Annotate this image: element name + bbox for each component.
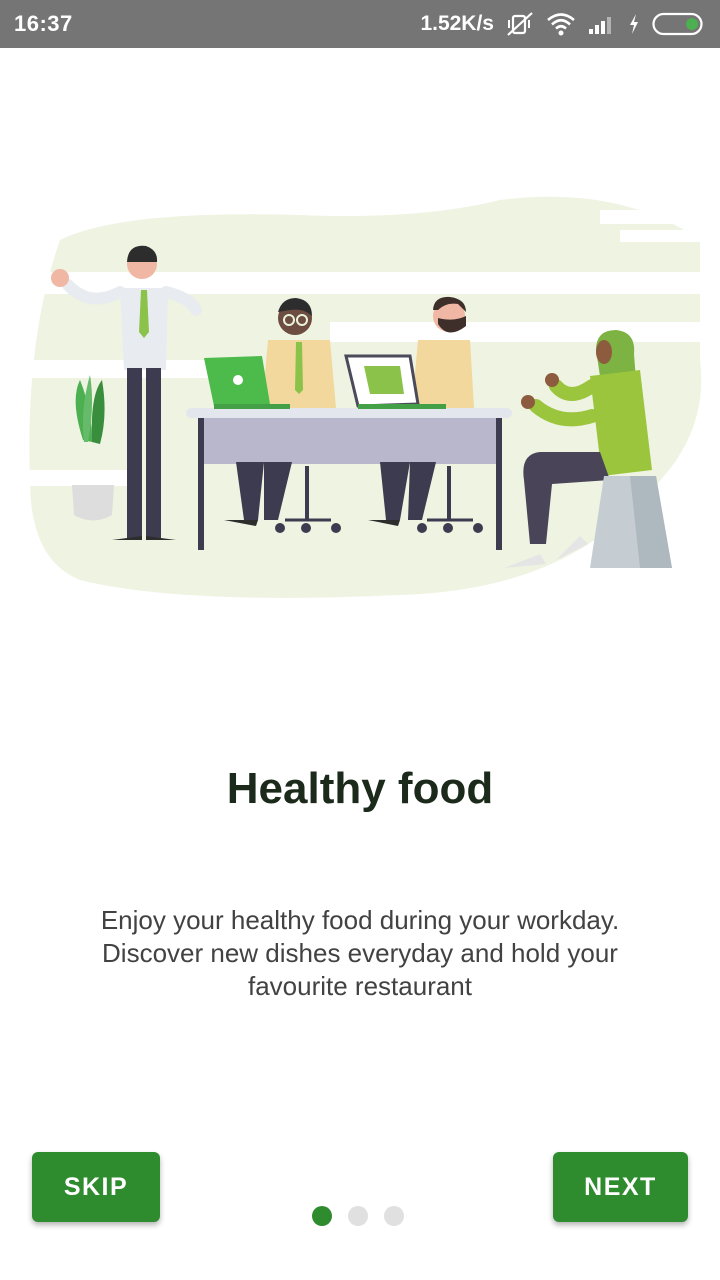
office-team-illustration: [0, 180, 720, 610]
signal-icon: [588, 13, 616, 35]
next-button[interactable]: NEXT: [553, 1152, 688, 1222]
skip-button[interactable]: SKIP: [32, 1152, 160, 1222]
page-dot-2[interactable]: [348, 1206, 368, 1226]
onboarding-description: Enjoy your healthy food during your work…: [100, 905, 620, 1001]
network-speed: 1.52K/s: [420, 12, 494, 35]
battery-icon: [652, 12, 706, 36]
status-icons: 1.52K/s: [420, 11, 706, 37]
status-time: 16:37: [14, 11, 73, 36]
charging-icon: [628, 13, 640, 35]
page-dot-3[interactable]: [384, 1206, 404, 1226]
wifi-icon: [546, 12, 576, 36]
page-indicator: [312, 1206, 404, 1226]
page-dot-1[interactable]: [312, 1206, 332, 1226]
mute-vibrate-icon: [506, 11, 534, 37]
status-bar: 16:37 1.52K/s: [0, 0, 720, 48]
onboarding-title: Healthy food: [226, 764, 494, 813]
